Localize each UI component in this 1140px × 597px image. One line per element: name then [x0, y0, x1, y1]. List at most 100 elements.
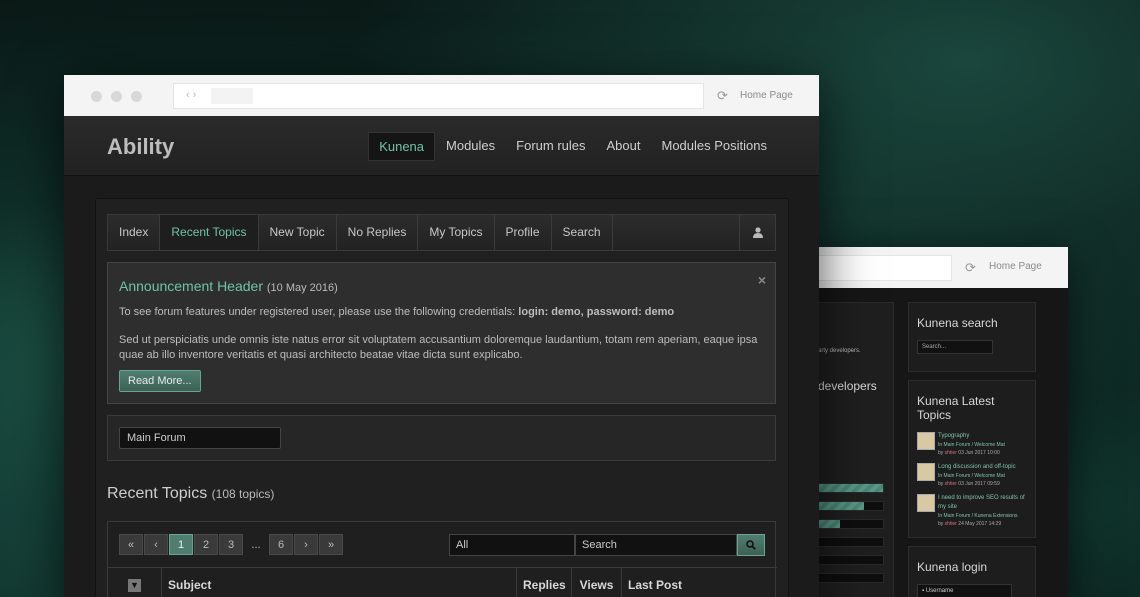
minimize-window-dot[interactable]: [111, 91, 122, 102]
progress-fill: [819, 520, 841, 528]
home-page-label[interactable]: Home Page: [740, 90, 793, 101]
avatar: [917, 432, 935, 450]
latest-topic-item[interactable]: Long discussion and off-topic In Main Fo…: [909, 461, 1035, 492]
page-2-button[interactable]: 2: [194, 534, 218, 555]
sort-toggle[interactable]: ▼: [108, 568, 162, 597]
nav-modules-positions[interactable]: Modules Positions: [652, 132, 778, 161]
topic-location[interactable]: In Main Forum / Welcome Mat: [938, 472, 1016, 480]
progress-fill: [819, 484, 883, 492]
nav-kunena[interactable]: Kunena: [368, 132, 436, 161]
page-1-button[interactable]: 1: [169, 534, 193, 555]
close-icon[interactable]: ×: [758, 272, 766, 288]
read-more-button[interactable]: Read More...: [119, 370, 201, 392]
latest-topic-item[interactable]: I need to improve SEO results of my site…: [909, 492, 1035, 532]
table-header: ▼ Subject Replies Views Last Post: [108, 567, 777, 597]
close-window-dot[interactable]: [91, 91, 102, 102]
topic-date: 24 May 2017 14:29: [958, 521, 1002, 527]
search-icon[interactable]: [737, 534, 765, 556]
column-views[interactable]: Views: [572, 568, 622, 597]
recent-topics-title: Recent Topics: [107, 485, 208, 502]
topics-table: « ‹ 1 2 3 ... 6 › » All Search ▼ Subject…: [107, 521, 777, 597]
back-main-panel: arty developers. developers: [810, 302, 894, 597]
page-prev-button[interactable]: ‹: [144, 534, 168, 555]
category-select[interactable]: Main Forum: [119, 427, 281, 449]
browser-chrome: ‹› ⟳ Home Page: [64, 75, 819, 116]
announcement-box: × Announcement Header (10 May 2016) To s…: [107, 262, 776, 404]
page-last-button[interactable]: »: [319, 534, 343, 555]
tab-my-topics[interactable]: My Topics: [418, 215, 495, 250]
topic-author[interactable]: shtier: [945, 481, 957, 487]
topic-meta: by shtier 03 Jun 2017 10:00: [938, 450, 1000, 456]
topics-count: (108 topics): [211, 487, 275, 501]
back-snippet-2: developers: [818, 379, 877, 393]
window-controls: [91, 91, 142, 102]
topic-title[interactable]: I need to improve SEO results of my site: [938, 494, 1030, 512]
username-placeholder: Username: [925, 588, 954, 594]
latest-topics-module: Kunena Latest Topics Typography In Main …: [908, 380, 1036, 538]
back-address-bar[interactable]: [810, 255, 952, 281]
forum-menu: Index Recent Topics New Topic No Replies…: [107, 214, 776, 251]
credentials-values: login: demo, password: demo: [518, 306, 675, 318]
pagination: « ‹ 1 2 3 ... 6 › »: [119, 534, 344, 555]
login-module: Kunena login ▪ Username: [908, 546, 1036, 597]
topic-title[interactable]: Typography: [938, 432, 1005, 441]
nav-about[interactable]: About: [597, 132, 651, 161]
tab-new-topic[interactable]: New Topic: [259, 215, 337, 250]
search-module: Kunena search Search...: [908, 302, 1036, 372]
page-6-button[interactable]: 6: [269, 534, 293, 555]
avatar: [917, 494, 935, 512]
tab-no-replies[interactable]: No Replies: [337, 215, 419, 250]
back-forward-icon[interactable]: ‹›: [186, 89, 199, 101]
reload-icon[interactable]: ⟳: [717, 88, 728, 104]
module-search-input[interactable]: Search...: [917, 340, 993, 354]
latest-topics-title: Kunena Latest Topics: [917, 394, 995, 422]
column-last-post[interactable]: Last Post: [622, 568, 777, 597]
username-field[interactable]: ▪ Username: [917, 584, 1012, 597]
back-browser-window: ⟳ Home Page arty developers. developers …: [810, 247, 1068, 597]
announcement-date: (10 May 2016): [266, 282, 338, 294]
reload-icon[interactable]: ⟳: [965, 260, 976, 276]
column-replies[interactable]: Replies: [517, 568, 572, 597]
nav-forum-rules[interactable]: Forum rules: [506, 132, 595, 161]
page-next-button[interactable]: ›: [294, 534, 318, 555]
progress-bar: [818, 555, 884, 565]
page-3-button[interactable]: 3: [219, 534, 243, 555]
tab-recent-topics[interactable]: Recent Topics: [160, 215, 259, 250]
announcement-header: Announcement Header (10 May 2016): [119, 278, 338, 294]
tab-search[interactable]: Search: [552, 215, 613, 250]
back-progress-bars: [818, 483, 884, 591]
login-module-title: Kunena login: [917, 560, 988, 574]
tab-index[interactable]: Index: [108, 215, 161, 250]
topic-meta: by shtier 03 Jun 2017 09:59: [938, 481, 1000, 487]
time-filter-select[interactable]: All: [449, 534, 575, 556]
nav-modules[interactable]: Modules: [436, 132, 505, 161]
latest-topic-item[interactable]: Typography In Main Forum / Welcome Mat b…: [909, 430, 1035, 461]
maximize-window-dot[interactable]: [131, 91, 142, 102]
arrow-down-icon[interactable]: ▼: [128, 579, 141, 593]
address-bar[interactable]: ‹›: [173, 83, 704, 109]
column-subject[interactable]: Subject: [162, 568, 517, 597]
back-browser-chrome: ⟳ Home Page: [810, 247, 1068, 288]
user-icon[interactable]: [739, 215, 775, 250]
topics-search-input[interactable]: Search: [575, 534, 737, 556]
announcement-body: Sed ut perspiciatis unde omnis iste natu…: [119, 334, 758, 361]
announcement-credentials: To see forum features under registered u…: [119, 305, 674, 320]
url-text-placeholder: [211, 88, 253, 104]
topic-location[interactable]: In Main Forum / Kunena Extensions: [938, 512, 1030, 520]
topic-meta: by shtier 24 May 2017 14:29: [938, 521, 1002, 527]
topic-date: 03 Jun 2017 09:59: [958, 481, 1000, 487]
progress-bar: [818, 501, 884, 511]
announcement-title[interactable]: Announcement Header: [119, 278, 263, 294]
topic-title[interactable]: Long discussion and off-topic: [938, 463, 1016, 472]
topic-author[interactable]: shtier: [945, 450, 957, 456]
topic-author[interactable]: shtier: [945, 521, 957, 527]
page-first-button[interactable]: «: [119, 534, 143, 555]
recent-topics-heading: Recent Topics (108 topics): [107, 485, 274, 503]
site-header: Ability Kunena Modules Forum rules About…: [64, 116, 819, 176]
topic-location[interactable]: In Main Forum / Welcome Mat: [938, 441, 1005, 449]
tab-profile[interactable]: Profile: [495, 215, 552, 250]
site-logo[interactable]: Ability: [107, 134, 174, 160]
progress-fill: [819, 502, 864, 510]
credentials-text: To see forum features under registered u…: [119, 306, 516, 318]
progress-bar: [818, 483, 884, 493]
